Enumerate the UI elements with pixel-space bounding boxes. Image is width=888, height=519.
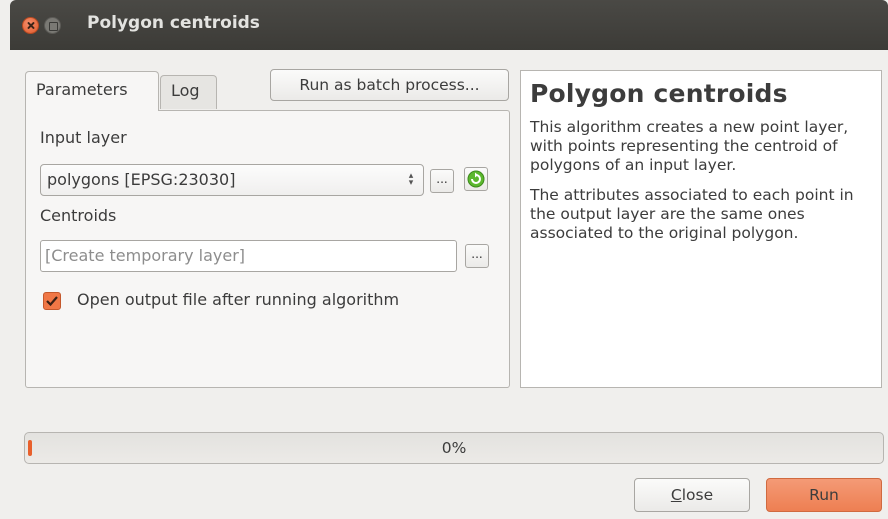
spinner-arrows-icon: ▴ ▾ (408, 171, 414, 188)
tab-parameters-label: Parameters (36, 80, 128, 99)
help-paragraph-1: This algorithm creates a new point layer… (530, 118, 849, 174)
refresh-icon (467, 170, 485, 188)
progress-bar: 0% (24, 432, 884, 464)
help-title: Polygon centroids (530, 79, 788, 108)
run-button[interactable]: Run (766, 478, 882, 512)
help-panel: Polygon centroids This algorithm creates… (520, 70, 882, 388)
tab-parameters[interactable]: Parameters (25, 71, 159, 111)
window-close-icon[interactable] (22, 17, 39, 34)
centroids-placeholder: [Create temporary layer] (45, 246, 246, 265)
centroids-output-field[interactable]: [Create temporary layer] (40, 240, 457, 272)
window-minimize-icon[interactable] (44, 17, 61, 34)
input-layer-combobox[interactable]: polygons [EPSG:23030] ▴ ▾ (40, 164, 424, 196)
open-output-label[interactable]: Open output file after running algorithm (77, 290, 399, 309)
close-label-rest: lose (681, 486, 714, 504)
window-title: Polygon centroids (87, 13, 260, 33)
open-output-checkbox[interactable] (43, 292, 61, 310)
input-layer-iterate-button[interactable] (464, 167, 488, 191)
centroids-browse-button[interactable]: ... (465, 244, 489, 268)
close-button[interactable]: Close (634, 478, 750, 512)
progress-text: 0% (441, 439, 467, 457)
close-mnemonic: C (670, 486, 682, 504)
check-icon (46, 296, 58, 307)
run-as-batch-button[interactable]: Run as batch process... (270, 69, 509, 101)
input-layer-value: polygons [EPSG:23030] (47, 170, 236, 189)
title-bar: Polygon centroids (10, 0, 888, 50)
centroids-label: Centroids (40, 206, 117, 225)
input-layer-browse-button[interactable]: ... (430, 169, 454, 193)
input-layer-label: Input layer (40, 128, 127, 147)
help-paragraph-2: The attributes associated to each point … (530, 186, 854, 242)
tab-log-label: Log (171, 81, 200, 100)
tab-log[interactable]: Log (160, 75, 217, 109)
